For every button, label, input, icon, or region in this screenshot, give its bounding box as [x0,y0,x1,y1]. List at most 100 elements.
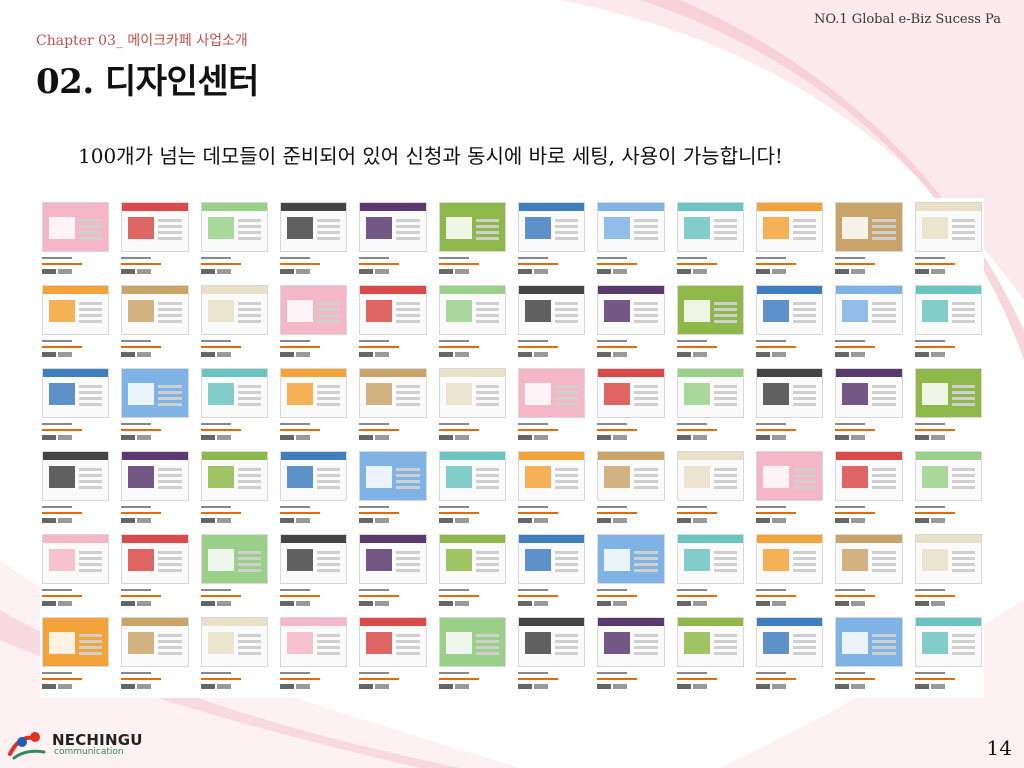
template-caption [756,338,824,350]
top-slogan: NO.1 Global e-Biz Sucess Pa [814,12,1001,27]
template-thumbnail[interactable] [914,451,982,528]
template-thumbnail[interactable] [756,368,824,445]
template-thumbnail[interactable] [280,617,348,694]
template-caption [200,504,268,516]
template-thumbnail[interactable] [42,202,110,279]
template-preview-image [280,534,348,584]
template-caption [438,504,506,516]
template-thumbnail[interactable] [359,451,427,528]
template-thumbnail[interactable] [280,285,348,362]
template-thumbnail[interactable] [676,285,744,362]
template-thumbnail[interactable] [438,534,506,611]
template-thumbnail[interactable] [835,285,903,362]
template-caption [438,421,506,433]
template-thumbnail[interactable] [121,534,189,611]
template-thumbnail[interactable] [676,368,744,445]
template-preview-image [518,534,586,584]
template-thumbnail[interactable] [676,617,744,694]
template-thumbnail[interactable] [200,368,268,445]
template-thumbnail[interactable] [359,368,427,445]
template-buttons [756,601,823,606]
template-buttons [280,684,347,689]
template-caption [756,504,824,516]
template-caption [359,338,427,350]
template-thumbnail[interactable] [359,617,427,694]
template-thumbnail[interactable] [200,451,268,528]
template-buttons [518,352,585,357]
template-thumbnail[interactable] [42,534,110,611]
template-thumbnail[interactable] [518,202,586,279]
template-thumbnail[interactable] [676,534,744,611]
template-preview-image [914,534,982,584]
template-thumbnail[interactable] [438,451,506,528]
template-thumbnail[interactable] [280,368,348,445]
template-thumbnail[interactable] [438,617,506,694]
template-thumbnail[interactable] [359,202,427,279]
template-thumbnail[interactable] [597,534,665,611]
template-thumbnail[interactable] [42,285,110,362]
template-thumbnail[interactable] [756,451,824,528]
template-thumbnail[interactable] [597,368,665,445]
template-thumbnail[interactable] [756,285,824,362]
template-thumbnail[interactable] [200,534,268,611]
template-thumbnail[interactable] [914,368,982,445]
template-thumbnail[interactable] [438,368,506,445]
template-preview-image [280,451,348,501]
template-preview-image [280,368,348,418]
template-thumbnail[interactable] [835,451,903,528]
template-thumbnail[interactable] [914,202,982,279]
template-thumbnail[interactable] [200,617,268,694]
template-thumbnail[interactable] [597,451,665,528]
template-thumbnail[interactable] [42,368,110,445]
template-thumbnail[interactable] [121,368,189,445]
template-thumbnail[interactable] [914,534,982,611]
template-thumbnail[interactable] [280,534,348,611]
template-buttons [676,435,744,440]
template-thumbnail[interactable] [359,285,427,362]
template-thumbnail[interactable] [280,451,348,528]
template-buttons [835,435,902,440]
template-thumbnail[interactable] [914,285,982,362]
template-thumbnail[interactable] [597,617,665,694]
template-thumbnail[interactable] [121,202,189,279]
template-preview-image [200,617,268,667]
template-preview-image [914,368,982,418]
template-thumbnail[interactable] [518,285,586,362]
template-thumbnail[interactable] [518,451,586,528]
template-thumbnail[interactable] [676,451,744,528]
template-thumbnail[interactable] [835,202,903,279]
template-thumbnail[interactable] [597,285,665,362]
template-buttons [121,518,188,523]
template-thumbnail[interactable] [438,202,506,279]
template-thumbnail[interactable] [756,534,824,611]
template-thumbnail[interactable] [756,202,824,279]
template-thumbnail[interactable] [438,285,506,362]
template-thumbnail[interactable] [835,534,903,611]
template-thumbnail[interactable] [280,202,348,279]
template-thumbnail[interactable] [121,451,189,528]
template-thumbnail[interactable] [914,617,982,694]
template-buttons [597,435,664,440]
template-preview-image [756,368,824,418]
template-thumbnail[interactable] [42,617,110,694]
template-thumbnail[interactable] [200,285,268,362]
template-buttons [835,518,902,523]
template-thumbnail[interactable] [597,202,665,279]
template-buttons [200,518,268,523]
template-thumbnail[interactable] [756,617,824,694]
template-thumbnail[interactable] [359,534,427,611]
template-thumbnail[interactable] [121,285,189,362]
template-thumbnail[interactable] [835,368,903,445]
template-thumbnail[interactable] [42,451,110,528]
template-thumbnail[interactable] [200,202,268,279]
template-thumbnail[interactable] [518,368,586,445]
template-thumbnail[interactable] [121,617,189,694]
template-thumbnail[interactable] [835,617,903,694]
template-thumbnail[interactable] [518,534,586,611]
template-thumbnail[interactable] [676,202,744,279]
template-caption [756,421,824,433]
template-preview-image [200,285,268,335]
template-preview-image [438,617,506,667]
template-buttons [835,601,902,606]
template-thumbnail[interactable] [518,617,586,694]
